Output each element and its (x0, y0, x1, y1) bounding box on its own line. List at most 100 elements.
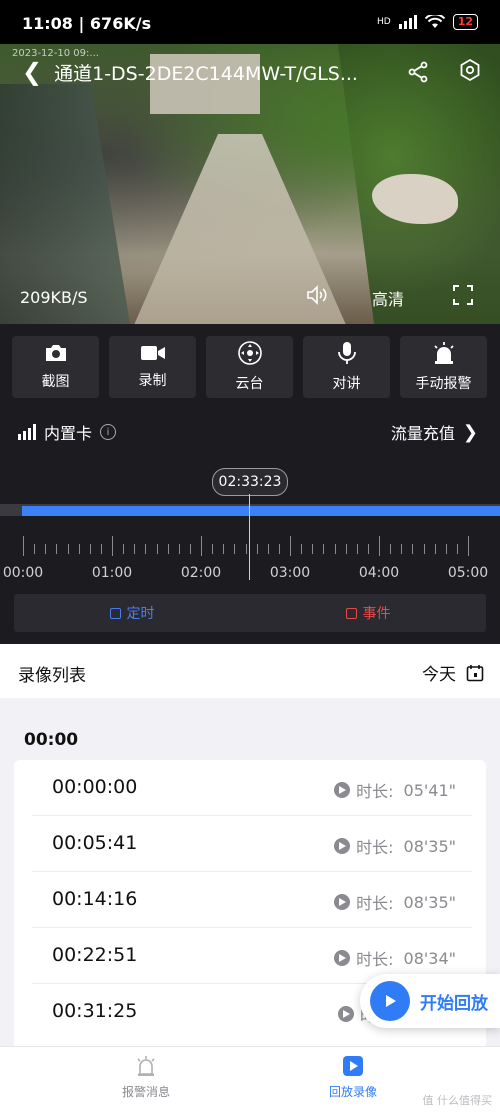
timeline-recorded-segment[interactable] (22, 506, 500, 516)
record-button[interactable]: 录制 (109, 336, 196, 398)
checkbox-icon (109, 607, 121, 619)
record-start-time: 00:31:25 (52, 1000, 138, 1022)
timeline-tick (134, 544, 136, 554)
timeline-cursor[interactable] (249, 494, 250, 580)
timeline-tick (67, 544, 69, 554)
playback-icon (343, 1056, 363, 1076)
nav-alarm-messages[interactable]: 报警消息 (122, 1055, 170, 1100)
timeline-tick (45, 544, 47, 554)
timeline-tick (156, 544, 158, 554)
play-icon (334, 950, 351, 966)
volume-icon[interactable] (306, 284, 330, 310)
toolbar: 截图 录制 云台 对讲 手动报警 (12, 336, 487, 398)
timeline-tick (201, 536, 202, 556)
intercom-button[interactable]: 对讲 (303, 336, 390, 398)
battery-indicator: 12 (452, 14, 478, 30)
timeline-tick (278, 544, 280, 554)
quality-toggle[interactable]: 高清 (372, 286, 404, 310)
record-row[interactable]: 00:05:41 时长: 08'35" (14, 816, 486, 872)
hour-group-label: 00:00 (24, 730, 79, 750)
timeline-label: 00:00 (2, 565, 44, 581)
status-icons: HD 12 (377, 14, 478, 30)
bitrate-label: 209KB/S (20, 288, 88, 307)
channel-title: 通道1-DS-2DE2C144MW-T/GLS... (54, 62, 358, 85)
timeline-tick (445, 544, 447, 554)
hd-signal-icon: HD (376, 17, 391, 27)
date-picker[interactable]: 今天 (422, 660, 484, 685)
timeline-tick (390, 544, 392, 554)
checkbox-icon (345, 607, 357, 619)
timeline-tick (34, 544, 36, 554)
filter-event[interactable]: 事件 (250, 594, 486, 632)
play-circle-icon (370, 981, 410, 1021)
record-list-title: 录像列表 (18, 666, 86, 686)
alarm-icon (433, 342, 454, 364)
timeline-tick (245, 544, 247, 554)
info-icon[interactable]: i (100, 424, 117, 440)
alarm-message-icon (137, 1056, 155, 1076)
screenshot-button[interactable]: 截图 (12, 336, 99, 398)
bottom-navigation: 报警消息 回放录像 值 什么值得买 (0, 1046, 500, 1112)
timeline-tick (112, 536, 113, 556)
signal-icon (398, 15, 417, 29)
timeline-tick (167, 544, 169, 554)
record-duration: 时长: 08'35" (334, 890, 456, 914)
timeline-tick (123, 544, 125, 554)
chevron-right-icon: ❯ (462, 421, 478, 443)
nav-playback[interactable]: 回放录像 (329, 1055, 377, 1100)
timeline-tick (89, 544, 91, 554)
record-start-time: 00:22:51 (52, 944, 138, 966)
video-record-icon (140, 346, 165, 360)
status-time: 11:08 | 676K/s (22, 14, 152, 33)
timeline-tick (401, 544, 403, 554)
calendar-icon (466, 664, 484, 681)
record-duration: 时长: 08'34" (334, 946, 456, 970)
play-icon (334, 894, 351, 910)
control-panel: 截图 录制 云台 对讲 手动报警 内置卡 i 流量充值 ❯ 02:33:23 0… (0, 324, 500, 644)
share-icon[interactable] (406, 60, 430, 88)
timeline-tick (212, 544, 214, 554)
manual-alarm-button[interactable]: 手动报警 (400, 336, 487, 398)
timeline-tick (334, 544, 336, 554)
timeline-tick (234, 544, 236, 554)
record-start-time: 00:05:41 (52, 832, 138, 854)
timeline-tick (434, 544, 436, 554)
record-start-time: 00:00:00 (52, 776, 138, 798)
record-duration: 时长: 05'41" (334, 778, 456, 802)
ptz-icon (237, 341, 262, 365)
timeline-tick (379, 536, 380, 556)
timeline-tick (189, 544, 191, 554)
timeline-tick (267, 544, 269, 554)
video-title-bar: ❮ 通道1-DS-2DE2C144MW-T/GLS... (22, 58, 374, 86)
play-icon (337, 1006, 354, 1022)
timeline-label: 05:00 (447, 565, 489, 581)
microphone-icon (337, 342, 356, 364)
wifi-icon (424, 15, 445, 28)
timeline-tick (468, 536, 469, 556)
timeline-current-time: 02:33:23 (212, 468, 288, 496)
settings-icon[interactable] (458, 58, 482, 86)
timeline-tick (301, 544, 303, 554)
timeline-tick (256, 544, 258, 554)
watermark: 值 什么值得买 (422, 1094, 493, 1107)
timeline-label: 01:00 (91, 565, 133, 581)
filter-scheduled[interactable]: 定时 (14, 594, 250, 632)
signal-bars-icon (18, 424, 36, 440)
data-recharge-link[interactable]: 流量充值 ❯ (391, 420, 478, 444)
timeline-tick (290, 536, 291, 556)
status-bar: 11:08 | 676K/s HD 12 (0, 0, 500, 44)
sim-card-info: 内置卡 i (18, 420, 117, 444)
ptz-button[interactable]: 云台 (206, 336, 293, 398)
timeline-ticks (0, 536, 500, 560)
start-playback-button[interactable]: 开始回放 (360, 974, 500, 1028)
timeline-tick (23, 536, 24, 556)
back-arrow-icon[interactable]: ❮ (22, 58, 42, 86)
record-list-header: 录像列表 今天 (0, 644, 500, 698)
record-row[interactable]: 00:14:16 时长: 08'35" (14, 872, 486, 928)
timeline-tick (145, 544, 147, 554)
fullscreen-icon[interactable] (452, 284, 474, 310)
record-row[interactable]: 00:00:00 时长: 05'41" (14, 760, 486, 816)
timeline-tick (456, 544, 458, 554)
play-icon (334, 838, 351, 854)
record-type-filter: 定时 事件 (14, 594, 486, 632)
